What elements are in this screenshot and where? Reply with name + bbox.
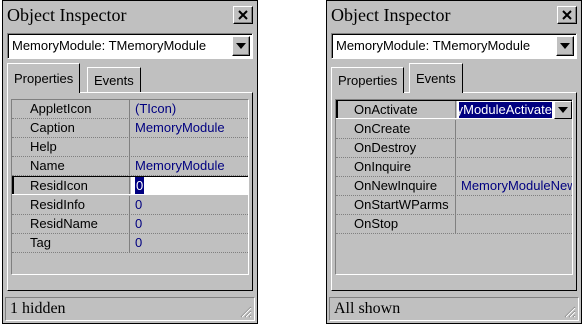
property-value[interactable]: (TIcon) xyxy=(131,100,248,118)
size-grip-icon[interactable] xyxy=(240,306,252,318)
event-name: OnInquire xyxy=(336,158,456,176)
event-name: OnStartWParms xyxy=(336,196,456,214)
component-selector[interactable]: MemoryModule: TMemoryModule xyxy=(7,33,253,59)
component-selector-dropdown-button[interactable] xyxy=(232,36,250,56)
event-handler-value[interactable] xyxy=(457,215,572,233)
status-bar: 1 hidden xyxy=(5,297,255,321)
property-row-selected[interactable]: ResidIcon 0 xyxy=(12,176,248,195)
property-name: Tag xyxy=(12,234,130,252)
property-name: ResidInfo xyxy=(12,196,130,214)
event-name: OnStop xyxy=(336,215,456,233)
property-row[interactable]: ResidInfo 0 xyxy=(12,196,248,215)
event-name: OnActivate xyxy=(336,101,456,118)
tab-properties[interactable]: Properties xyxy=(7,63,81,93)
tab-events[interactable]: Events xyxy=(87,67,141,93)
close-button[interactable] xyxy=(233,6,253,24)
object-inspector-events: Object Inspector MemoryModule: TMemoryMo… xyxy=(326,0,582,324)
event-row[interactable]: OnDestroy xyxy=(336,139,572,158)
status-bar: All shown xyxy=(329,297,579,321)
property-name: Caption xyxy=(12,119,130,137)
event-handler-value[interactable] xyxy=(457,120,572,138)
property-name: AppletIcon xyxy=(12,100,130,118)
event-row[interactable]: OnNewInquire MemoryModuleNewI xyxy=(336,177,572,196)
property-name: ResidName xyxy=(12,215,130,233)
tab-strip: Properties Events xyxy=(7,63,253,93)
event-handler-value[interactable] xyxy=(457,196,572,214)
property-row[interactable]: Caption MemoryModule xyxy=(12,119,248,138)
property-row[interactable]: Tag 0 xyxy=(12,234,248,253)
event-row[interactable]: OnInquire xyxy=(336,158,572,177)
status-text: 1 hidden xyxy=(10,300,66,317)
tab-strip: Properties Events xyxy=(331,63,577,93)
property-value[interactable]: MemoryModule xyxy=(131,157,248,175)
property-value[interactable] xyxy=(131,138,248,156)
close-button[interactable] xyxy=(557,6,577,24)
close-icon xyxy=(238,10,248,20)
status-text: All shown xyxy=(334,300,401,317)
property-row[interactable]: Help xyxy=(12,138,248,157)
property-name: Help xyxy=(12,138,130,156)
event-handler-dropdown-button[interactable] xyxy=(554,101,572,119)
property-value[interactable]: 0 xyxy=(131,234,248,252)
component-selector[interactable]: MemoryModule: TMemoryModule xyxy=(331,33,577,59)
event-name: OnNewInquire xyxy=(336,177,456,195)
tab-properties[interactable]: Properties xyxy=(331,67,405,93)
property-grid: AppletIcon (TIcon) Caption MemoryModule … xyxy=(11,99,249,275)
component-selector-value: MemoryModule: TMemoryModule xyxy=(336,38,531,53)
property-value: 0 xyxy=(135,177,145,194)
property-row[interactable]: Name MemoryModule xyxy=(12,157,248,176)
title-bar[interactable]: Object Inspector xyxy=(329,3,579,27)
property-value[interactable]: 0 xyxy=(131,196,248,214)
component-selector-dropdown-button[interactable] xyxy=(556,36,574,56)
event-handler-value[interactable]: MemoryModuleNewI xyxy=(457,177,572,195)
event-row[interactable]: OnStop xyxy=(336,215,572,234)
event-row-selected[interactable]: OnActivate MemoryModuleActivate xyxy=(336,100,572,119)
event-row[interactable]: OnCreate xyxy=(336,120,572,139)
property-row[interactable]: ResidName 0 xyxy=(12,215,248,234)
title-bar[interactable]: Object Inspector xyxy=(5,3,255,27)
property-value[interactable]: MemoryModule xyxy=(131,119,248,137)
close-icon xyxy=(562,10,572,20)
property-value[interactable]: 0 xyxy=(131,215,248,233)
window-title: Object Inspector xyxy=(331,5,451,25)
component-selector-value: MemoryModule: TMemoryModule xyxy=(12,38,207,53)
event-handler-value[interactable] xyxy=(457,139,572,157)
property-row[interactable]: AppletIcon (TIcon) xyxy=(12,100,248,119)
event-handler-value[interactable] xyxy=(457,158,572,176)
event-grid: OnActivate MemoryModuleActivate OnCreate… xyxy=(335,99,573,275)
property-name: Name xyxy=(12,157,130,175)
object-inspector-properties: Object Inspector MemoryModule: TMemoryMo… xyxy=(2,0,258,324)
size-grip-icon[interactable] xyxy=(564,306,576,318)
window-title: Object Inspector xyxy=(7,5,127,25)
chevron-down-icon xyxy=(558,107,568,113)
property-value-editor[interactable]: 0 xyxy=(131,177,248,194)
property-name: ResidIcon xyxy=(12,177,130,194)
event-name: OnDestroy xyxy=(336,139,456,157)
event-handler-combo[interactable]: MemoryModuleActivate xyxy=(457,101,572,119)
event-name: OnCreate xyxy=(336,120,456,138)
chevron-down-icon xyxy=(560,43,570,49)
event-row[interactable]: OnStartWParms xyxy=(336,196,572,215)
tab-events[interactable]: Events xyxy=(409,63,463,93)
chevron-down-icon xyxy=(236,43,246,49)
event-handler-value: MemoryModuleActivate xyxy=(459,102,552,118)
